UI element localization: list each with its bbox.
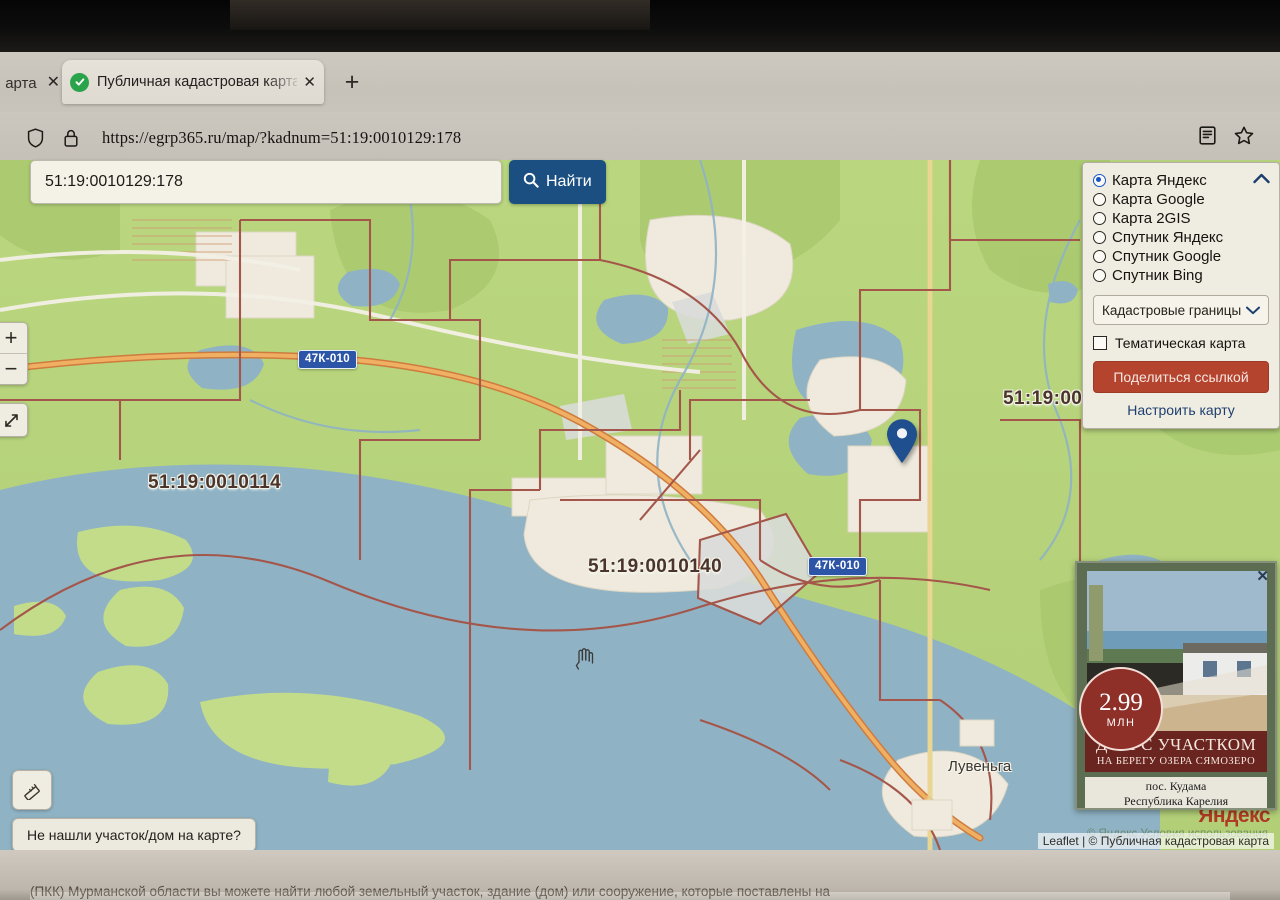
ad-price-number: 2.99 xyxy=(1099,688,1143,716)
close-icon[interactable]: ✕ xyxy=(297,73,316,91)
radio-icon[interactable] xyxy=(1093,174,1106,187)
map-attribution[interactable]: Leaflet | © Публичная кадастровая карта xyxy=(1037,833,1274,849)
layers-panel: Карта Яндекс Карта Google Карта 2GIS Спу… xyxy=(1082,162,1280,429)
search-input[interactable] xyxy=(30,160,502,204)
ad-price-unit: МЛН xyxy=(1106,716,1136,729)
fullscreen-button[interactable] xyxy=(0,403,28,437)
configure-map-link[interactable]: Настроить карту xyxy=(1093,402,1269,418)
basemap-label: Спутник Google xyxy=(1112,248,1222,265)
ad-price-badge: 2.99 МЛН xyxy=(1079,667,1163,751)
radio-icon[interactable] xyxy=(1093,193,1106,206)
screen-photo: арта ✕ Публичная кадастровая карта ✕ + h… xyxy=(0,0,1280,900)
radio-icon[interactable] xyxy=(1093,212,1106,225)
check-circle-icon xyxy=(70,72,89,92)
search-button[interactable]: Найти xyxy=(509,160,606,204)
checkbox-icon[interactable] xyxy=(1093,336,1107,350)
grab-hand-cursor xyxy=(572,645,598,675)
basemap-option-yandex-satellite[interactable]: Спутник Яндекс xyxy=(1093,228,1269,247)
basemap-label: Спутник Bing xyxy=(1112,267,1203,284)
browser-chrome: арта ✕ Публичная кадастровая карта ✕ + h… xyxy=(0,52,1280,164)
lock-icon[interactable] xyxy=(58,125,84,151)
radio-icon[interactable] xyxy=(1093,269,1106,282)
radio-icon[interactable] xyxy=(1093,231,1106,244)
map-canvas[interactable]: 51:19:0010114 51:19:0010140 51:19:00 Лув… xyxy=(0,160,1280,850)
zoom-in-button[interactable]: + xyxy=(0,323,27,353)
search-bar: Найти xyxy=(30,160,606,204)
basemap-label: Карта Яндекс xyxy=(1112,172,1207,189)
monitor-bezel-bottom xyxy=(0,890,1280,900)
reader-view-icon[interactable] xyxy=(1199,126,1216,150)
not-found-parcel-button[interactable]: Не нашли участок/дом на карте? xyxy=(12,818,256,850)
bookmark-star-icon[interactable] xyxy=(1234,126,1254,150)
chevron-up-icon[interactable] xyxy=(1253,171,1270,189)
ad-location-line1: пос. Кудама xyxy=(1145,779,1207,793)
basemap-option-google-satellite[interactable]: Спутник Google xyxy=(1093,247,1269,266)
tab-partial-label: арта xyxy=(5,74,37,92)
address-bar[interactable]: https://egrp365.ru/map/?kadnum=51:19:001… xyxy=(0,112,1280,164)
close-icon[interactable]: ✕ xyxy=(47,75,60,91)
address-bar-actions xyxy=(1199,126,1254,150)
browser-tab-partial[interactable]: арта ✕ xyxy=(0,62,66,104)
radio-icon[interactable] xyxy=(1093,250,1106,263)
zoom-controls: + − xyxy=(0,322,28,385)
tab-title: Публичная кадастровая карта xyxy=(97,74,298,90)
measure-ruler-button[interactable] xyxy=(12,770,52,810)
search-icon xyxy=(523,172,539,193)
overlay-select-value: Кадастровые границы xyxy=(1102,302,1242,318)
url-text: https://egrp365.ru/map/?kadnum=51:19:001… xyxy=(102,128,462,147)
shield-icon[interactable] xyxy=(22,125,48,151)
road-shield: 47К-010 xyxy=(808,557,867,576)
basemap-label: Карта Google xyxy=(1112,191,1205,208)
basemap-option-2gis-map[interactable]: Карта 2GIS xyxy=(1093,209,1269,228)
browser-tab-active[interactable]: Публичная кадастровая карта ✕ xyxy=(62,60,324,104)
tab-strip: арта ✕ Публичная кадастровая карта ✕ + xyxy=(0,52,1280,112)
map-marker-pin[interactable] xyxy=(885,418,919,464)
thematic-map-checkbox[interactable]: Тематическая карта xyxy=(1093,335,1269,351)
basemap-option-yandex-map[interactable]: Карта Яндекс xyxy=(1093,171,1269,190)
zoom-out-button[interactable]: − xyxy=(0,353,27,384)
chevron-down-icon[interactable] xyxy=(1246,303,1260,318)
ad-headline-sub: НА БЕРЕГУ ОЗЕРА СЯМОЗЕРО xyxy=(1096,756,1256,767)
basemap-option-google-map[interactable]: Карта Google xyxy=(1093,190,1269,209)
bezel-glare xyxy=(230,0,650,30)
close-icon[interactable]: ✕ xyxy=(1256,567,1269,585)
basemap-label: Спутник Яндекс xyxy=(1112,229,1224,246)
basemap-option-bing-satellite[interactable]: Спутник Bing xyxy=(1093,266,1269,285)
ad-location-line2: Республика Карелия xyxy=(1123,794,1229,808)
monitor-bezel-top xyxy=(0,0,1280,52)
overlay-select[interactable]: Кадастровые границы xyxy=(1093,295,1269,325)
search-button-label: Найти xyxy=(546,173,592,190)
share-link-button[interactable]: Поделиться ссылкой xyxy=(1093,361,1269,393)
road-shield: 47К-010 xyxy=(298,350,357,369)
ad-location: пос. Кудама Республика Карелия xyxy=(1085,777,1267,808)
new-tab-button[interactable]: + xyxy=(338,68,366,96)
thematic-map-label: Тематическая карта xyxy=(1115,335,1246,351)
advertisement-banner[interactable]: ✕ 2.99 МЛН ДОМ С УЧАСТКОМ НА БЕРЕГУ ОЗЕР… xyxy=(1075,561,1277,810)
basemap-label: Карта 2GIS xyxy=(1112,210,1191,227)
